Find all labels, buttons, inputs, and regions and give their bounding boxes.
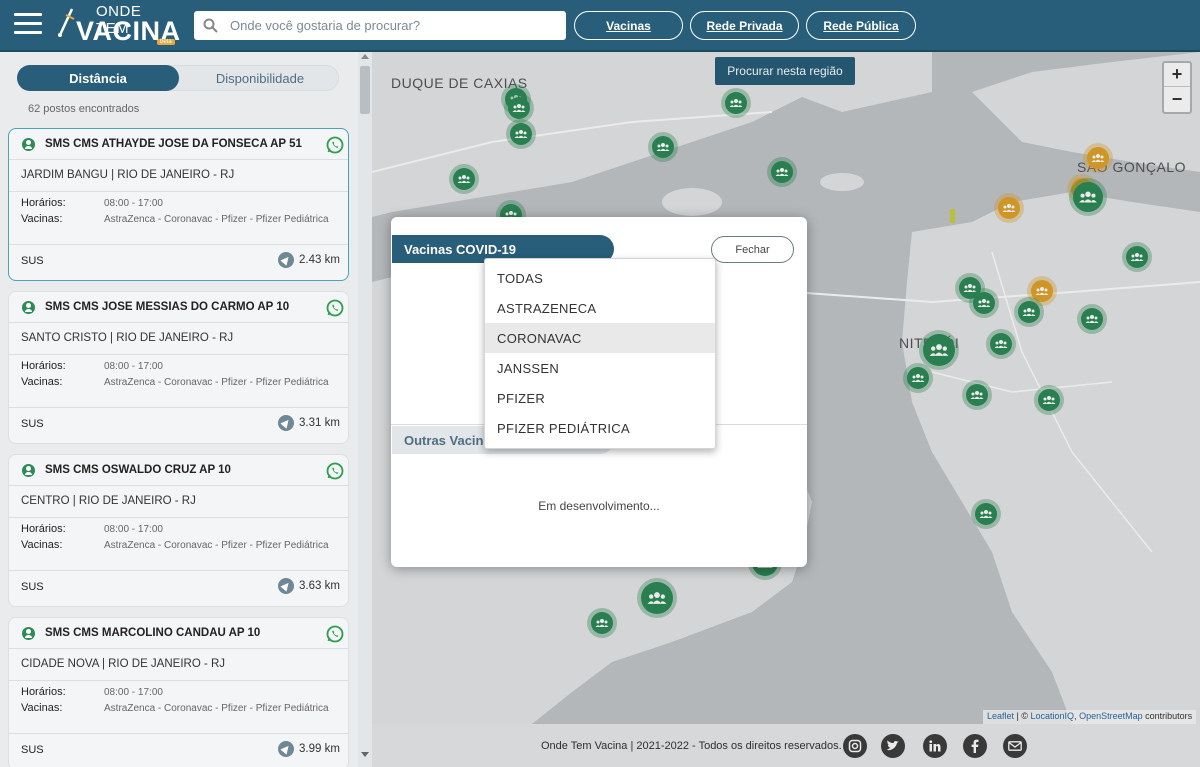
- menu-icon[interactable]: [14, 13, 42, 35]
- results-sidebar: Distância Disponibilidade 62 postos enco…: [0, 52, 372, 767]
- whatsapp-icon[interactable]: [326, 625, 344, 643]
- hours-value: 08:00 - 17:00: [104, 524, 163, 535]
- person-icon: [22, 627, 35, 640]
- site-name: SMS CMS MARCOLINO CANDAU AP 10: [45, 627, 261, 639]
- site-distance[interactable]: 3.99 km: [278, 741, 340, 757]
- site-name: SMS CMS JOSE MESSIAS DO CARMO AP 10: [45, 301, 290, 313]
- site-type: SUS: [21, 418, 44, 430]
- navigation-icon: [278, 252, 294, 268]
- syringe-icon: [58, 8, 75, 37]
- card-separator: [9, 354, 348, 355]
- sidebar-scrollbar[interactable]: [358, 52, 372, 767]
- site-name: SMS CMS OSWALDO CRUZ AP 10: [45, 464, 231, 476]
- hours-value: 08:00 - 17:00: [104, 687, 163, 698]
- site-location: SANTO CRISTO | RIO DE JANEIRO - RJ: [21, 332, 234, 344]
- sort-tabs: Distância Disponibilidade: [17, 65, 339, 91]
- vaccines-value: AstraZenca - Coronavac - Pfizer - Pfizer…: [104, 703, 329, 714]
- navigation-icon: [278, 578, 294, 594]
- nav-rede-publica-button[interactable]: Rede Pública: [806, 11, 916, 40]
- site-location: CENTRO | RIO DE JANEIRO - RJ: [21, 495, 196, 507]
- site-distance[interactable]: 3.63 km: [278, 578, 340, 594]
- dropdown-option[interactable]: CORONAVAC: [485, 323, 715, 353]
- card-separator: [9, 680, 348, 681]
- vaccines-label: Vacinas:: [21, 213, 63, 225]
- vaccines-label: Vacinas:: [21, 702, 63, 714]
- site-logo[interactable]: ONDE TEM VACINA beta: [56, 3, 180, 46]
- card-footer-separator: [9, 570, 348, 571]
- site-name: SMS CMS ATHAYDE JOSE DA FONSECA AP 51: [45, 138, 302, 150]
- vaccination-site-card[interactable]: SMS CMS MARCOLINO CANDAU AP 10 CIDADE NOV…: [8, 617, 349, 767]
- scroll-up-arrow[interactable]: [361, 54, 369, 59]
- vaccination-site-card[interactable]: SMS CMS OSWALDO CRUZ AP 10 CENTRO | RIO D…: [8, 454, 349, 607]
- nav-vacinas-button[interactable]: Vacinas: [574, 11, 683, 40]
- whatsapp-icon[interactable]: [326, 136, 344, 154]
- results-count: 62 postos encontrados: [28, 103, 140, 115]
- tab-disponibilidade[interactable]: Disponibilidade: [180, 65, 340, 91]
- site-type: SUS: [21, 744, 44, 756]
- vaccine-dropdown-list: TODAS ASTRAZENECA CORONAVAC JANSSEN PFIZER PF…: [484, 258, 716, 449]
- dropdown-option[interactable]: TODAS: [485, 263, 715, 293]
- site-location: CIDADE NOVA | RIO DE JANEIRO - RJ: [21, 658, 226, 670]
- card-footer-separator: [9, 733, 348, 734]
- card-footer-separator: [9, 244, 348, 245]
- beta-badge: beta: [157, 39, 175, 45]
- hours-value: 08:00 - 17:00: [104, 361, 163, 372]
- whatsapp-icon[interactable]: [326, 299, 344, 317]
- person-icon: [22, 464, 35, 477]
- site-location: JARDIM BANGU | RIO DE JANEIRO - RJ: [21, 169, 235, 181]
- navigation-icon: [278, 741, 294, 757]
- vaccination-site-card[interactable]: SMS CMS ATHAYDE JOSE DA FONSECA AP 51 JAR…: [8, 128, 349, 281]
- vaccination-site-card[interactable]: SMS CMS JOSE MESSIAS DO CARMO AP 10 SANTO…: [8, 291, 349, 444]
- hours-label: Horários:: [21, 360, 66, 372]
- vaccines-value: AstraZenca - Coronavac - Pfizer - Pfizer…: [104, 540, 329, 551]
- card-separator: [9, 191, 348, 192]
- search-icon: [203, 18, 218, 33]
- hours-label: Horários:: [21, 686, 66, 698]
- navigation-icon: [278, 415, 294, 431]
- whatsapp-icon[interactable]: [326, 462, 344, 480]
- person-icon: [22, 301, 35, 314]
- close-button[interactable]: Fechar: [711, 236, 794, 263]
- site-distance[interactable]: 3.31 km: [278, 415, 340, 431]
- dropdown-option[interactable]: JANSSEN: [485, 353, 715, 383]
- dropdown-option[interactable]: PFIZER: [485, 383, 715, 413]
- card-footer-separator: [9, 407, 348, 408]
- scroll-thumb[interactable]: [360, 66, 370, 114]
- search-input[interactable]: [230, 15, 550, 36]
- site-type: SUS: [21, 581, 44, 593]
- nav-rede-privada-button[interactable]: Rede Privada: [690, 11, 799, 40]
- in-development-text: Em desenvolvimento...: [538, 499, 660, 513]
- person-icon: [22, 138, 35, 151]
- card-separator: [9, 517, 348, 518]
- vaccines-label: Vacinas:: [21, 376, 63, 388]
- dropdown-option[interactable]: PFIZER PEDIÁTRICA: [485, 413, 715, 443]
- dropdown-option[interactable]: ASTRAZENECA: [485, 293, 715, 323]
- hours-label: Horários:: [21, 197, 66, 209]
- site-distance[interactable]: 2.43 km: [278, 252, 340, 268]
- vaccines-label: Vacinas:: [21, 539, 63, 551]
- search-box[interactable]: [194, 11, 566, 40]
- vaccines-value: AstraZenca - Coronavac - Pfizer - Pfizer…: [104, 214, 329, 225]
- top-header: ONDE TEM VACINA beta Vacinas Rede Privad…: [0, 0, 1200, 52]
- hours-value: 08:00 - 17:00: [104, 198, 163, 209]
- tab-distancia[interactable]: Distância: [17, 65, 179, 91]
- scroll-down-arrow[interactable]: [361, 752, 369, 757]
- hours-label: Horários:: [21, 523, 66, 535]
- vaccines-value: AstraZenca - Coronavac - Pfizer - Pfizer…: [104, 377, 329, 388]
- site-type: SUS: [21, 255, 44, 267]
